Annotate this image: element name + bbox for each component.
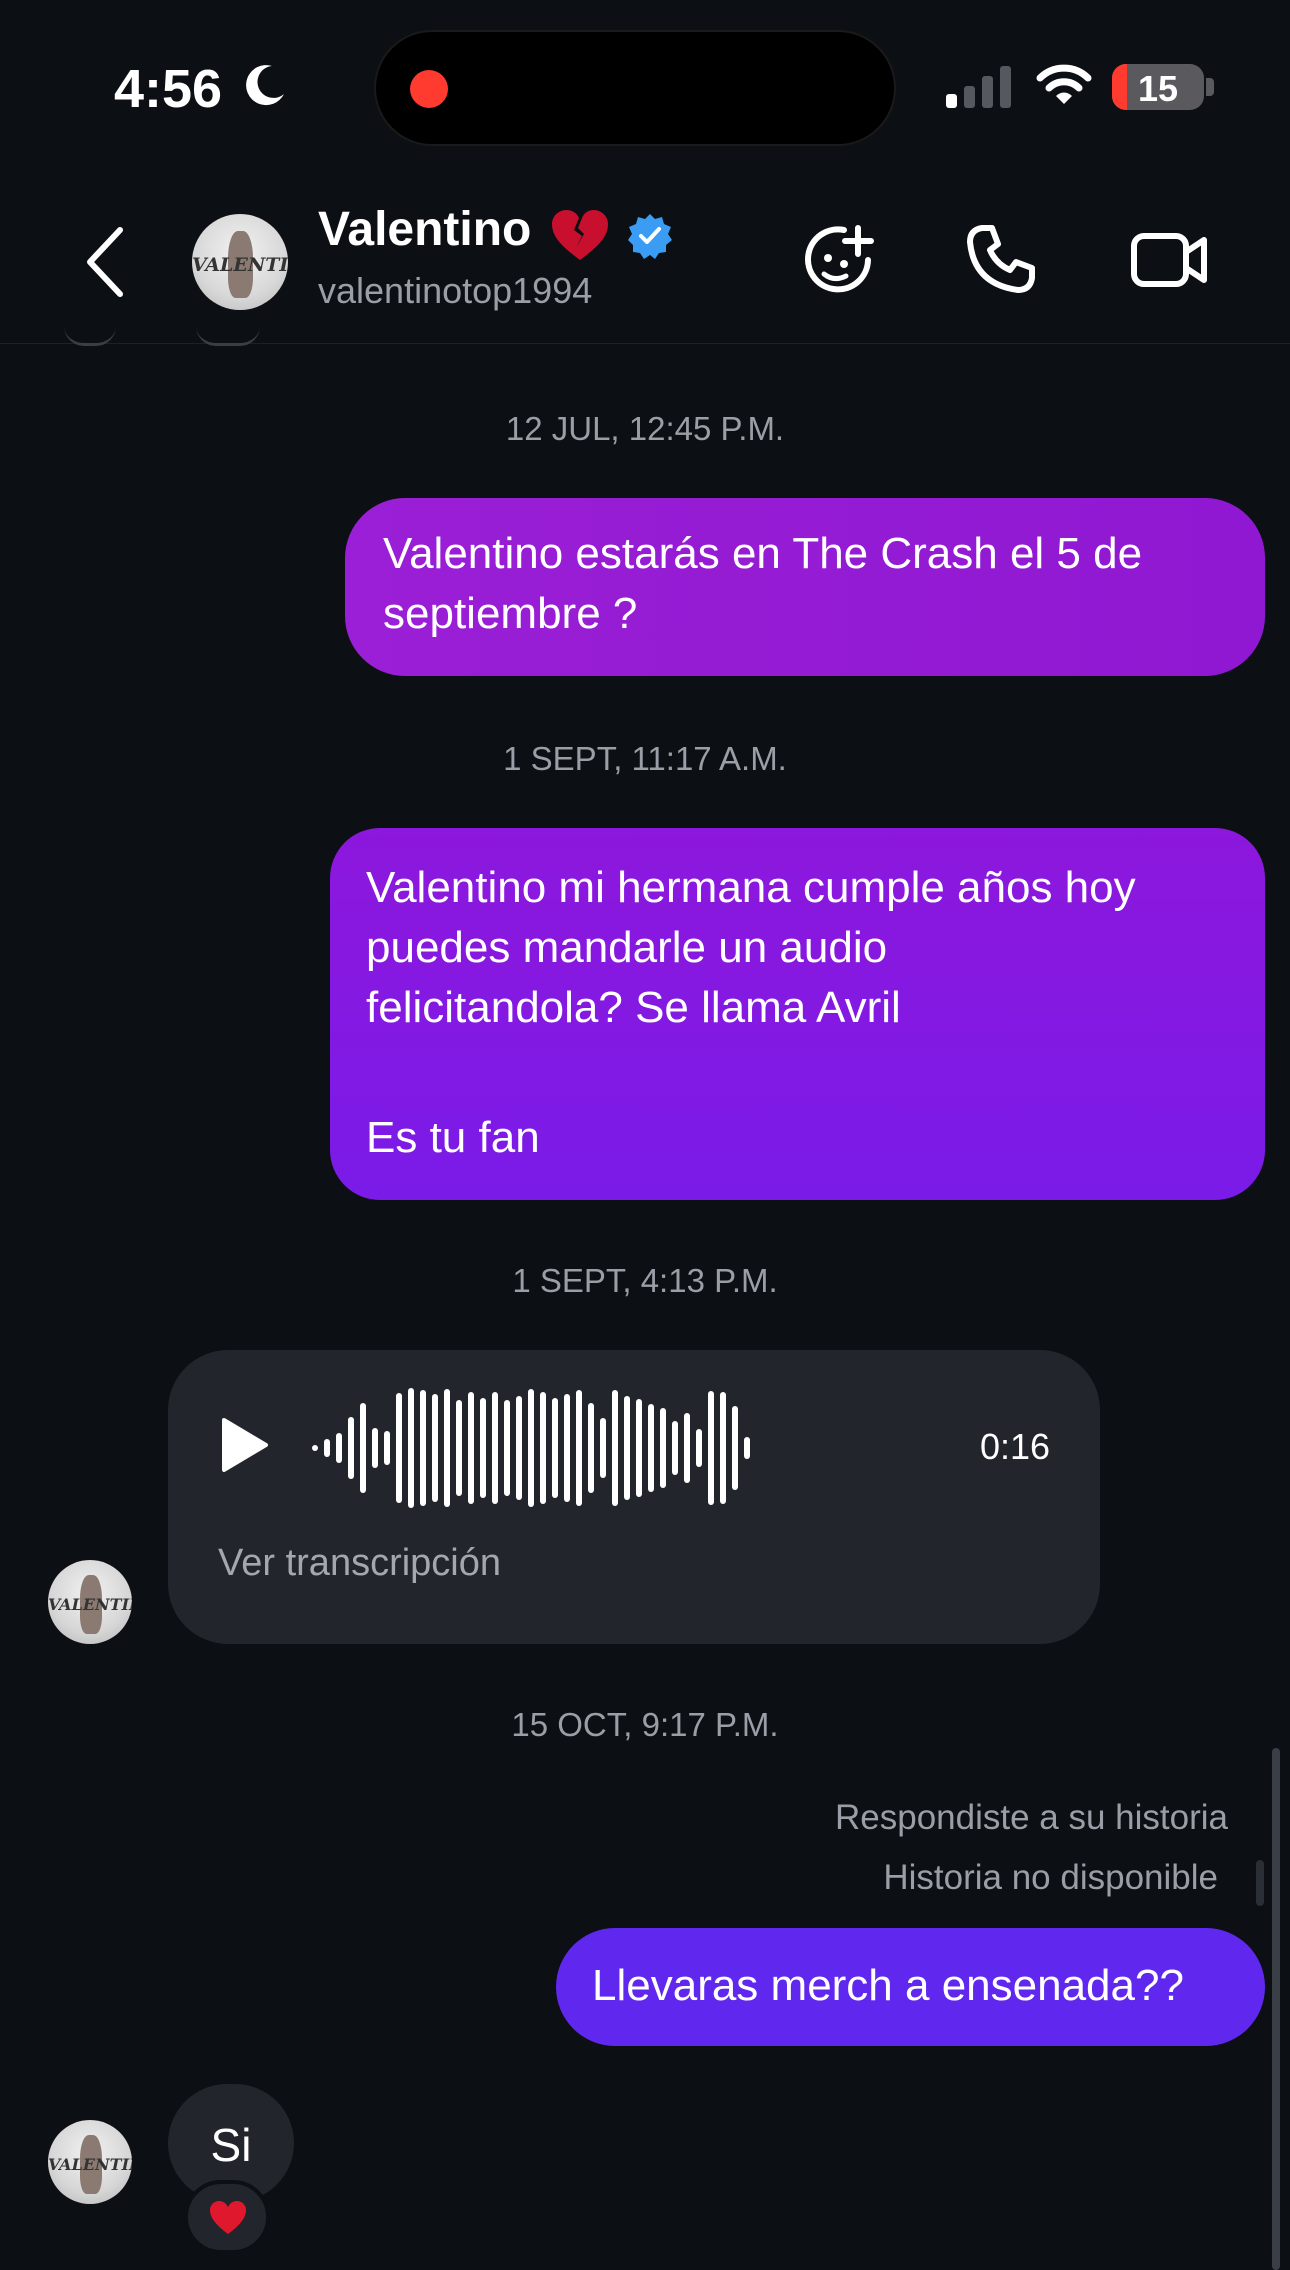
waveform-bar [600,1418,606,1478]
battery-icon: 15 [1112,64,1204,110]
signal-icon [946,66,1011,108]
waveform-bar [540,1392,546,1504]
moon-icon [246,65,284,106]
voice-message[interactable]: 0:16 Ver transcripción [168,1350,1100,1644]
waveform-bar [612,1390,618,1506]
waveform-bar [420,1390,426,1506]
waveform-bar [432,1394,438,1502]
waveform-bar [336,1433,342,1463]
waveform-bar [732,1406,738,1490]
back-icon[interactable] [80,224,130,300]
story-unavailable-label: Historia no disponible [883,1858,1218,1897]
waveform-bar [444,1389,450,1507]
reaction-badge[interactable] [184,2180,270,2254]
waveform-bar [480,1398,486,1498]
waveform-bar [492,1392,498,1504]
waveform-bar [456,1400,462,1496]
timestamp: 1 SEPT, 4:13 P.M. [512,1262,778,1299]
waveform-bar [564,1394,570,1502]
recording-indicator [410,70,448,108]
message-bubble-sent[interactable]: Valentino estarás en The Crash el 5 de s… [345,498,1265,676]
waveform-bar [396,1393,402,1503]
heart-reaction-icon [210,2201,246,2234]
scrolled-avatar-edge [196,326,260,346]
message-bubble-sent[interactable]: Valentino mi hermana cumple años hoy pue… [330,828,1265,1200]
story-reply-label: Respondiste a su historia [835,1798,1228,1837]
waveform-bar [696,1429,702,1467]
sticker-icon[interactable] [800,220,878,298]
waveform-bar [648,1404,654,1492]
waveform-bar [720,1392,726,1504]
waveform-bar [744,1437,750,1459]
message-bubble-sent[interactable]: Llevaras merch a ensenada?? [556,1928,1265,2046]
message-text: felicitandola? Se llama Avril [366,983,901,1032]
dynamic-island [374,30,896,146]
waveform-bar [708,1391,714,1505]
wifi-icon [1036,64,1092,104]
timestamp: 15 OCT, 9:17 P.M. [511,1706,779,1743]
play-icon[interactable] [218,1416,270,1474]
status-time: 4:56 [114,59,223,119]
message-text: Es tu fan [366,1113,540,1162]
waveform-bar [372,1428,378,1468]
timestamp: 1 SEPT, 11:17 A.M. [503,740,787,777]
contact-username[interactable]: valentinotop1994 [318,270,592,312]
waveform-bar [348,1417,354,1479]
waveform-bar [684,1413,690,1483]
waveform-bar [576,1390,582,1506]
waveform-bar [552,1398,558,1498]
view-transcript-link[interactable]: Ver transcripción [218,1542,501,1585]
waveform-bar [636,1399,642,1497]
waveform-bar [516,1396,522,1500]
verified-badge-icon [628,214,672,259]
contact-name[interactable]: Valentino [318,202,531,257]
waveform-bar [504,1400,510,1496]
scrollbar[interactable] [1272,1748,1280,2270]
story-reply-indicator [1256,1860,1264,1906]
waveform-bar [528,1389,534,1507]
message-text: Valentino mi hermana cumple años hoy [366,863,1136,912]
contact-avatar-small[interactable]: VALENTINO [48,1560,132,1644]
waveform-bar [408,1388,414,1508]
chat-header: VALENTINO Valentino valentinotop1994 [0,180,1290,344]
waveform-bar [624,1396,630,1500]
voice-duration: 0:16 [980,1426,1051,1467]
phone-icon[interactable] [966,224,1036,294]
waveform-bar [672,1421,678,1475]
waveform-bar [384,1431,390,1465]
broken-heart-icon [552,210,608,260]
waveform-bar [588,1403,594,1493]
contact-avatar[interactable]: VALENTINO [192,214,288,310]
waveform-bar [468,1392,474,1504]
timestamp: 12 JUL, 12:45 P.M. [505,410,785,447]
battery-level: 15 [1137,68,1179,109]
message-text: puedes mandarle un audio [366,923,888,972]
contact-avatar-small[interactable]: VALENTINO [48,2120,132,2204]
waveform-bar [312,1445,318,1451]
video-camera-icon[interactable] [1130,232,1208,288]
waveform-bar [360,1403,366,1493]
waveform-bar [324,1439,330,1457]
waveform-bar [660,1408,666,1488]
